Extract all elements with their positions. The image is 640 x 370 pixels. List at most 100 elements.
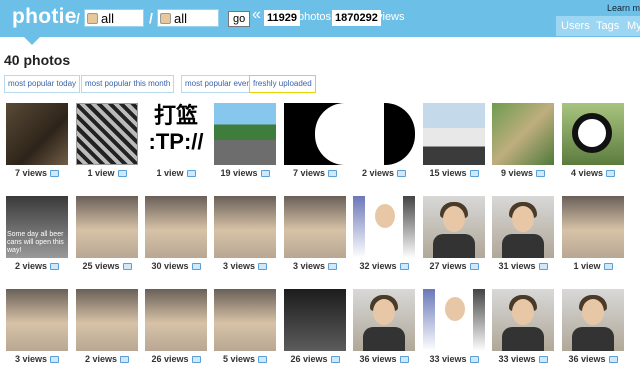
view-count-text: 7 views: [14, 168, 48, 178]
photo-item: 4 views: [562, 103, 624, 179]
photo-thumbnail[interactable]: [214, 103, 276, 165]
photo-item: 2 views: [76, 289, 138, 365]
tag-icon[interactable]: [469, 356, 479, 363]
nav-my[interactable]: My: [624, 16, 640, 36]
tag-icon[interactable]: [50, 356, 60, 363]
view-count-text: 2 views: [84, 354, 118, 364]
photo-thumbnail[interactable]: [76, 103, 138, 165]
tag-icon[interactable]: [399, 263, 409, 270]
photo-item: 9 views: [492, 103, 554, 179]
tag-icon[interactable]: [469, 170, 479, 177]
photo-thumbnail[interactable]: [562, 196, 624, 258]
tag-icon[interactable]: [117, 170, 127, 177]
view-count-text: 9 views: [500, 168, 534, 178]
view-count: 33 views: [492, 354, 554, 364]
tag-icon[interactable]: [191, 263, 201, 270]
photo-item: 33 views: [423, 289, 485, 365]
views-label: views: [377, 11, 405, 23]
tab-most-popular-this-month[interactable]: most popular this month: [81, 75, 175, 93]
photo-thumbnail[interactable]: [562, 289, 624, 351]
view-count: 1 view: [562, 261, 624, 271]
view-count: 3 views: [214, 261, 276, 271]
view-count-text: 3 views: [222, 261, 256, 271]
photo-thumbnail[interactable]: [145, 289, 207, 351]
tab-most-popular-today[interactable]: most popular today: [4, 75, 81, 93]
photo-thumbnail[interactable]: [284, 103, 346, 165]
photo-item: 2 views: [353, 103, 415, 179]
tag-icon[interactable]: [328, 263, 338, 270]
tag-icon[interactable]: [120, 356, 130, 363]
tag-icon[interactable]: [328, 170, 338, 177]
go-button[interactable]: go: [228, 11, 251, 27]
photo-thumbnail[interactable]: 打篮 :TP://: [145, 103, 207, 165]
tag-icon[interactable]: [186, 170, 196, 177]
photo-thumbnail[interactable]: [492, 289, 554, 351]
photo-item: 1 view: [76, 103, 138, 179]
photo-thumbnail[interactable]: [492, 196, 554, 258]
tab-freshly-uploaded[interactable]: freshly uploaded: [249, 75, 316, 93]
view-count-text: 36 views: [359, 354, 397, 364]
photo-thumbnail[interactable]: [6, 289, 68, 351]
photo-thumbnail[interactable]: [284, 289, 346, 351]
photo-item: 15 views: [423, 103, 485, 179]
photo-thumbnail[interactable]: [423, 196, 485, 258]
tag-icon[interactable]: [399, 356, 409, 363]
photo-thumbnail[interactable]: [353, 103, 415, 165]
photo-thumbnail[interactable]: [423, 103, 485, 165]
view-count: 2 views: [76, 354, 138, 364]
raquo-glyph: «: [252, 6, 261, 23]
view-count-text: 7 views: [292, 168, 326, 178]
tag-icon[interactable]: [260, 170, 270, 177]
photo-thumbnail[interactable]: [284, 196, 346, 258]
photo-thumbnail[interactable]: [353, 196, 415, 258]
view-count-badge: 1870292: [332, 10, 381, 26]
photo-thumbnail[interactable]: [76, 289, 138, 351]
tag-icon[interactable]: [258, 356, 268, 363]
view-count: 30 views: [145, 261, 207, 271]
view-count: 19 views: [214, 168, 276, 178]
nav-users[interactable]: Users: [556, 16, 595, 36]
site-logo[interactable]: photie: [12, 5, 77, 29]
tag-icon[interactable]: [536, 170, 546, 177]
photo-item: 33 views: [492, 289, 554, 365]
learn-more-link[interactable]: Learn mo: [607, 3, 640, 13]
tag-icon[interactable]: [469, 263, 479, 270]
user-filter-input[interactable]: all: [84, 9, 144, 27]
tab-most-popular-ever[interactable]: most popular ever: [181, 75, 254, 93]
tag-icon[interactable]: [50, 170, 60, 177]
photos-label: photos,: [298, 11, 335, 23]
photo-thumbnail[interactable]: [562, 103, 624, 165]
tag-icon[interactable]: [606, 170, 616, 177]
tag-icon[interactable]: [122, 263, 132, 270]
photo-item: 32 views: [353, 196, 415, 272]
tag-filter-input[interactable]: all: [157, 9, 219, 27]
tag-icon[interactable]: [538, 356, 548, 363]
photo-thumbnail[interactable]: Some day all beer cans will open this wa…: [6, 196, 68, 258]
nav-tags[interactable]: Tags: [591, 16, 625, 36]
view-count-text: 26 views: [290, 354, 328, 364]
photo-thumbnail[interactable]: [145, 196, 207, 258]
view-count: 36 views: [562, 354, 624, 364]
tag-icon[interactable]: [50, 263, 60, 270]
photo-thumbnail[interactable]: [423, 289, 485, 351]
photo-item: 3 views: [6, 289, 68, 365]
tag-icon[interactable]: [191, 356, 201, 363]
view-count-text: 3 views: [14, 354, 48, 364]
photo-thumbnail[interactable]: [214, 289, 276, 351]
tag-icon[interactable]: [608, 356, 618, 363]
tag-icon[interactable]: [330, 356, 340, 363]
photo-thumbnail[interactable]: [214, 196, 276, 258]
photo-thumbnail[interactable]: [353, 289, 415, 351]
photo-thumbnail[interactable]: [76, 196, 138, 258]
tag-icon[interactable]: [397, 170, 407, 177]
photo-thumbnail[interactable]: [6, 103, 68, 165]
photo-thumbnail[interactable]: [492, 103, 554, 165]
view-count-text: 33 views: [498, 354, 536, 364]
top-header: photie / all / all go « 11929 photos, 18…: [0, 0, 640, 37]
view-count-text: 25 views: [82, 261, 120, 271]
tag-icon[interactable]: [603, 263, 613, 270]
view-count: 26 views: [145, 354, 207, 364]
tag-icon[interactable]: [258, 263, 268, 270]
view-count: 9 views: [492, 168, 554, 178]
tag-icon[interactable]: [538, 263, 548, 270]
